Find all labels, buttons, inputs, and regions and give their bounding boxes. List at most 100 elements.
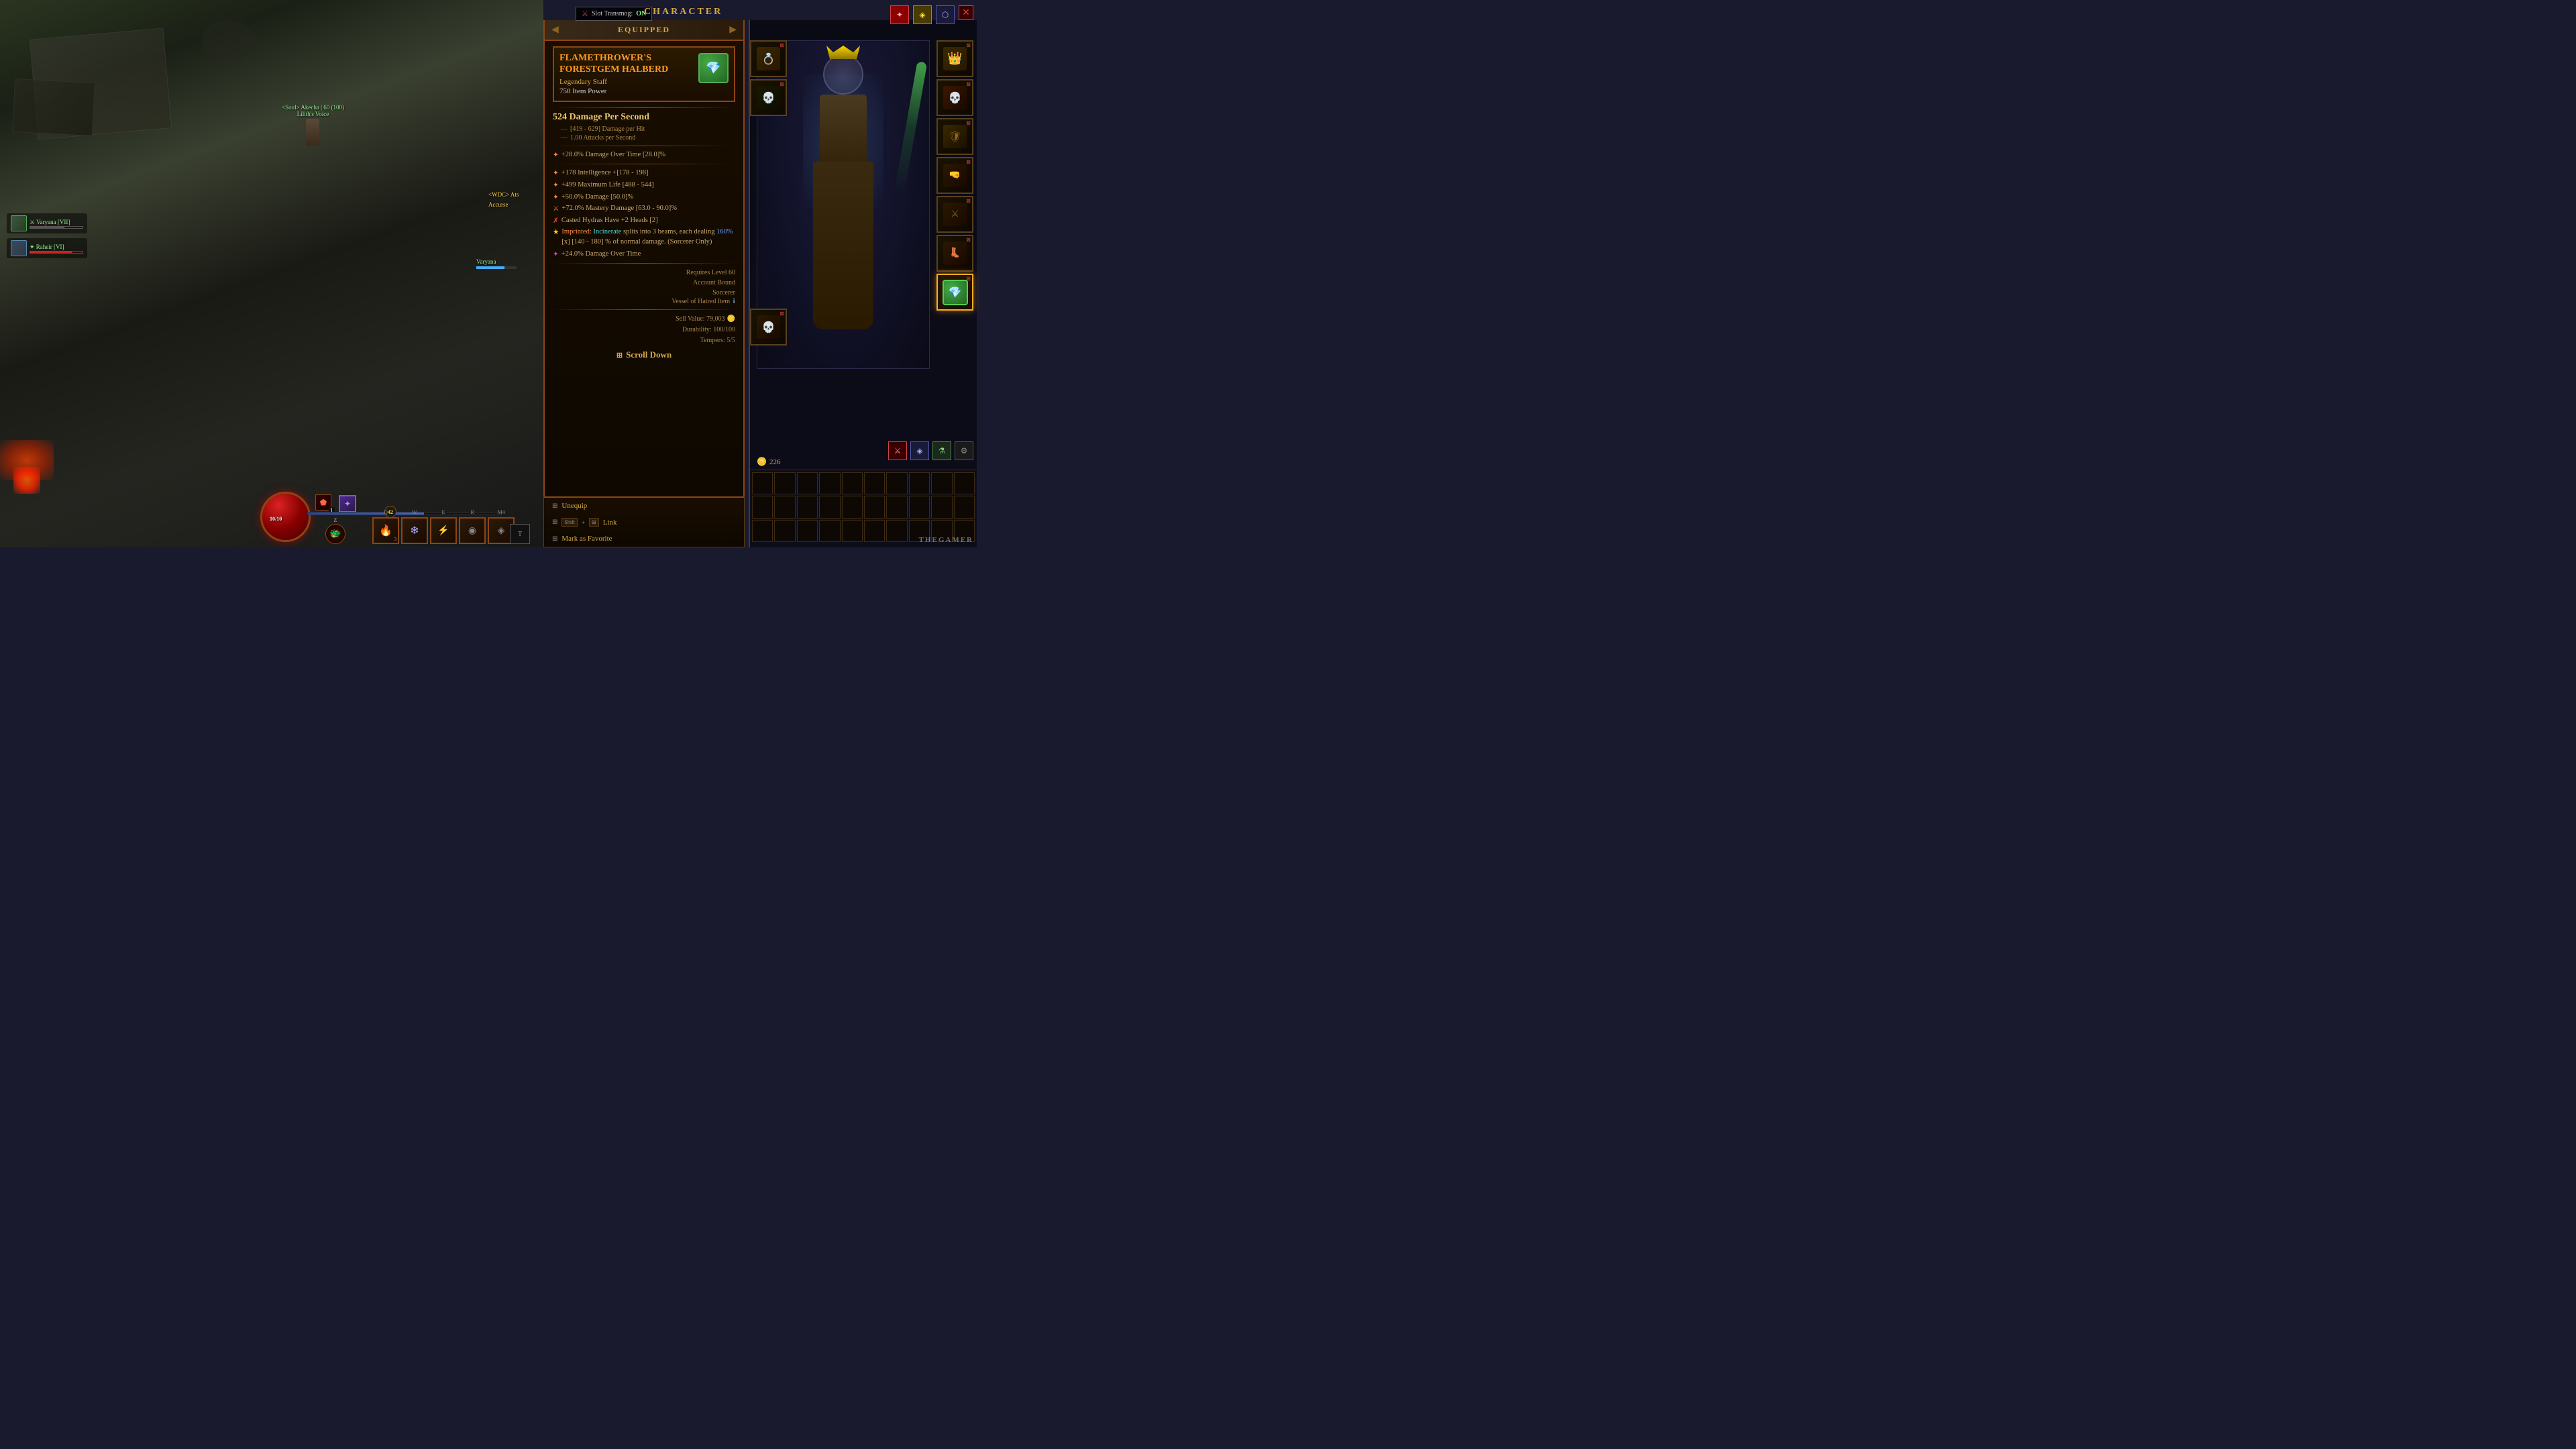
durability: Durability: 100/100 <box>553 325 735 335</box>
inv-cell[interactable] <box>864 496 885 518</box>
equip-slot-pants[interactable]: ⊠ ⚔ <box>936 196 973 233</box>
inv-cell[interactable] <box>819 520 840 542</box>
inv-cell[interactable] <box>886 520 907 542</box>
inv-cell[interactable] <box>797 472 818 494</box>
item-name: FLAMETHROWER'S FORESTGEM HALBERD <box>559 53 694 76</box>
item-power: 750 Item Power <box>559 87 694 95</box>
transmog-header: ⚔ Slot Transmog: ON <box>576 7 652 21</box>
stat-intel-line: ✦ +178 Intelligence +[178 - 198] <box>553 168 735 178</box>
inventory-grid <box>750 470 977 544</box>
player-name-varyana: Varyana <box>476 258 517 265</box>
tempers: Tempers: 5/5 <box>553 335 735 346</box>
inv-cell[interactable] <box>931 472 952 494</box>
inv-cell[interactable] <box>886 496 907 518</box>
sell-section: Sell Value: 79,003 🪙 Durability: 100/100… <box>553 314 735 346</box>
equip-slot-ring1[interactable]: ⊠ 💍 <box>750 40 787 77</box>
inv-cell[interactable] <box>909 472 930 494</box>
item-content: FLAMETHROWER'S FORESTGEM HALBERD Legenda… <box>545 41 743 506</box>
char-nav-potion[interactable]: ⚗ <box>932 441 951 460</box>
inv-cell[interactable] <box>931 496 952 518</box>
equip-slot-gloves[interactable]: ⊠ 🤜 <box>936 157 973 194</box>
inv-cell[interactable] <box>864 472 885 494</box>
game-world: <Soul> Akecha | 60 (100) Lilith's Voice … <box>0 0 543 547</box>
nav-icon-2[interactable]: ◈ <box>913 5 932 24</box>
divider-5 <box>553 309 735 310</box>
context-favorite[interactable]: ⊞ Mark as Favorite <box>544 531 744 547</box>
inv-cell[interactable] <box>886 472 907 494</box>
party-frame-raheir: ✦ Raheir [VI] <box>7 238 87 258</box>
inv-cell[interactable] <box>864 520 885 542</box>
equip-slot-boots[interactable]: ⊠ 👢 <box>936 235 973 272</box>
inv-cell[interactable] <box>752 520 773 542</box>
equip-slot-chest[interactable]: ⊠ 🛡 <box>936 118 973 155</box>
context-unequip[interactable]: ⊞ Unequip <box>544 498 744 514</box>
req-bound: Account Bound <box>553 278 735 288</box>
inv-cell[interactable] <box>954 496 975 518</box>
imprinted-line: ★ Imprinted: Incinerate splits into 3 be… <box>553 227 735 247</box>
combat-text-accurse: Accurse <box>488 201 508 208</box>
attacks-per-second-line: — 1.00 Attacks per Second <box>561 134 735 142</box>
requirements-section: Requires Level 60 Account Bound Sorcerer… <box>553 268 735 305</box>
equip-slot-offhand-left[interactable]: ⊠ 💀 <box>750 309 787 345</box>
char-nav-combat[interactable]: ⚔ <box>888 441 907 460</box>
active-skill-1[interactable]: ✦ <box>339 495 356 513</box>
item-type: Legendary Staff <box>559 78 694 86</box>
char-nav-skills[interactable]: ◈ <box>910 441 929 460</box>
equipped-title: EQUIPPED <box>618 25 670 35</box>
req-class: Sorcerer <box>553 288 735 298</box>
skill-slot-2[interactable]: ❄ <box>401 517 428 544</box>
nav-icon-1[interactable]: ✦ <box>890 5 909 24</box>
inv-cell[interactable] <box>842 496 863 518</box>
character-header-text: CHARACTER <box>644 7 722 17</box>
inv-cell[interactable] <box>954 472 975 494</box>
character-panel: ⊠ 👑 ⊠ 💀 ⊠ 🛡 ⊠ 🤜 ⊠ ⚔ ⊠ 👢 ⊠ � <box>749 20 977 547</box>
combat-text-wdc: <WDC> Ats <box>488 191 519 198</box>
damage-range-line: — [419 - 629] Damage per Hit <box>561 125 735 133</box>
health-globe <box>260 492 311 542</box>
scroll-down-indicator[interactable]: ⊞ Scroll Down <box>553 350 735 360</box>
nav-right[interactable]: ▶ <box>729 24 737 36</box>
inv-cell[interactable] <box>797 520 818 542</box>
nav-icon-3[interactable]: ⬡ <box>936 5 955 24</box>
item-header-box: FLAMETHROWER'S FORESTGEM HALBERD Legenda… <box>553 46 735 102</box>
req-level: Requires Level 60 <box>553 268 735 278</box>
item-gem: 💎 <box>698 53 729 83</box>
stat-damage-line: ✦ +50.0% Damage [50.0]% <box>553 193 735 203</box>
close-button[interactable]: ✕ <box>959 5 973 20</box>
stat-mastery-line: ⚔ +72.0% Mastery Damage [63.0 - 90.0]% <box>553 204 735 214</box>
divider-4 <box>553 263 735 264</box>
char-nav-gear[interactable]: ⚙ <box>955 441 973 460</box>
equip-slot-ring2[interactable]: ⊠ 💀 <box>750 79 787 116</box>
stat-hydra-line: ✗ Casted Hydras Have +2 Heads [2] <box>553 216 735 226</box>
inv-cell[interactable] <box>774 472 795 494</box>
inv-cell[interactable] <box>752 496 773 518</box>
stat-dot2-line: ✦ +24.0% Damage Over Time <box>553 250 735 260</box>
inv-cell[interactable] <box>774 496 795 518</box>
inv-cell[interactable] <box>752 472 773 494</box>
stat-life-line: ✦ +499 Maximum Life [488 - 544] <box>553 180 735 191</box>
divider-1 <box>553 107 735 108</box>
equip-slot-staff[interactable]: ⊠ 💎 <box>936 274 973 311</box>
inv-cell[interactable] <box>842 520 863 542</box>
inv-cell[interactable] <box>819 472 840 494</box>
req-expansion: Vessel of Hatred Item ℹ <box>553 298 735 305</box>
skill-slot-1[interactable]: 🔥 3 <box>372 517 399 544</box>
dps-line: 524 Damage Per Second <box>553 112 735 123</box>
t-key[interactable]: T <box>510 524 530 544</box>
skill-slot-4[interactable]: ◉ <box>459 517 486 544</box>
equip-slot-amulet[interactable]: ⊠ 💀 <box>936 79 973 116</box>
npc-name-akecha: <Soul> Akecha | 60 (100) <box>282 104 344 111</box>
inv-cell[interactable] <box>909 496 930 518</box>
equip-slot-helm[interactable]: ⊠ 👑 <box>936 40 973 77</box>
inv-cell[interactable] <box>797 496 818 518</box>
skill-slot-3[interactable]: ⚡ <box>430 517 457 544</box>
inv-cell[interactable] <box>774 520 795 542</box>
gold-display: 🪙 226 <box>757 457 780 467</box>
inv-cell[interactable] <box>819 496 840 518</box>
nav-left[interactable]: ◀ <box>551 24 559 36</box>
health-text: 10/10 <box>270 516 282 522</box>
inv-cell[interactable] <box>842 472 863 494</box>
equipped-header: ◀ EQUIPPED ▶ <box>545 20 743 41</box>
context-link[interactable]: ⊞ Shift + ⊞ Link <box>544 514 744 531</box>
sell-value: Sell Value: 79,003 🪙 <box>553 314 735 325</box>
